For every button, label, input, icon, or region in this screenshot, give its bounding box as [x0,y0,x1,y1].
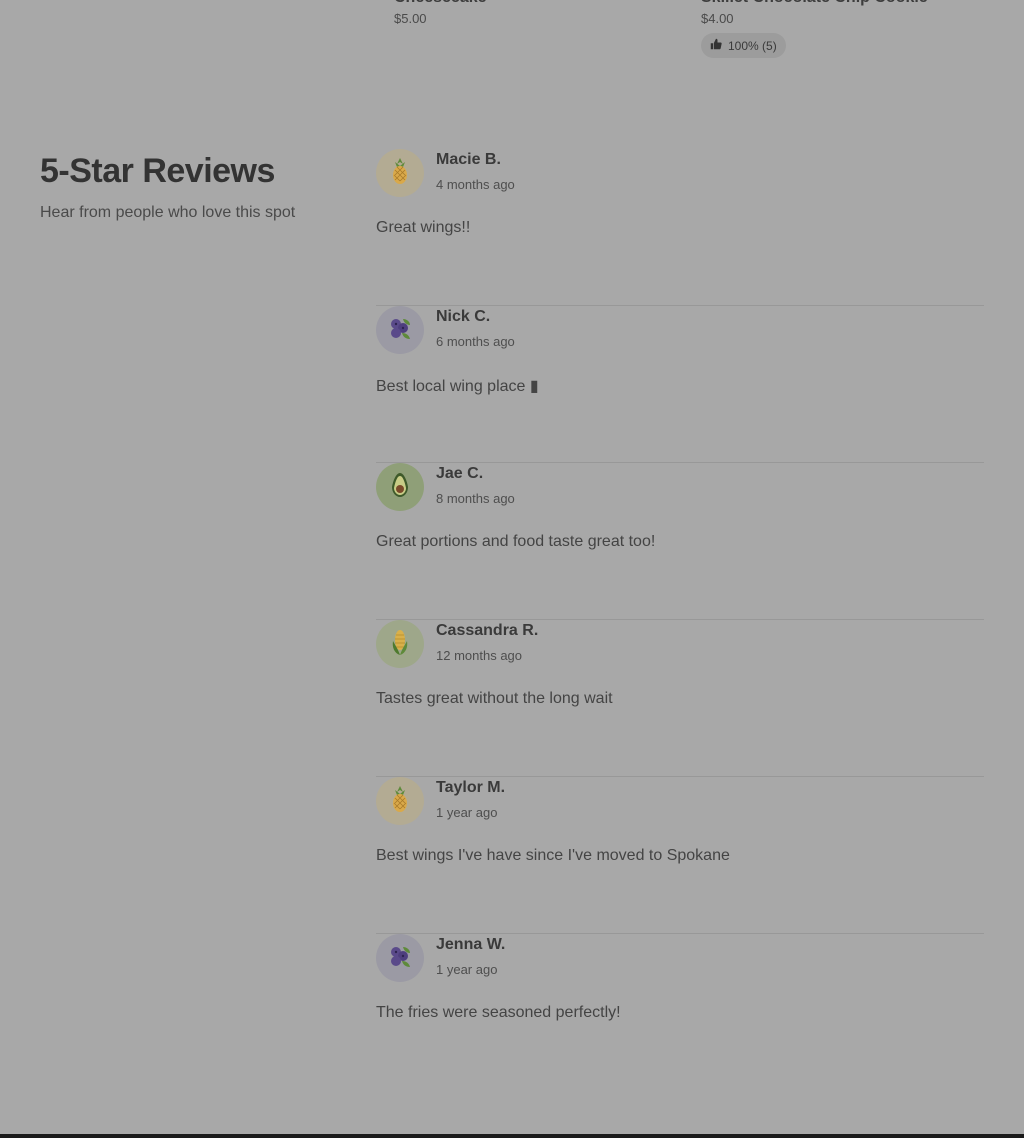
avatar [376,463,424,511]
review-text: Great wings!! [376,219,471,236]
review-text: Great portions and food taste great too! [376,533,656,550]
menu-item-card[interactable]: Cheesecake $5.00 [394,0,487,26]
avatar [376,149,424,197]
review-time: 4 months ago [436,177,515,192]
menu-item-card[interactable]: Skillet Chocolate Chip Cookie $4.00 100%… [701,0,928,58]
bottom-bar [0,1134,1024,1138]
reviewer-name: Macie B. [436,151,501,168]
avatar [376,934,424,982]
avatar [376,620,424,668]
rating-badge: 100% (5) [701,33,786,58]
review-item: Macie B. 4 months ago Great wings!! [376,149,984,306]
menu-item-price: $5.00 [394,11,427,26]
reviewer-name: Cassandra R. [436,622,539,639]
section-title: 5-Star Reviews [40,152,275,190]
reviewer-name: Jae C. [436,465,484,482]
review-text: The fries were seasoned perfectly! [376,1004,621,1021]
reviewer-name: Taylor M. [436,779,506,796]
reviewer-name: Jenna W. [436,936,506,953]
review-text: Tastes great without the long wait [376,690,613,707]
reviewer-name: Nick C. [436,308,491,325]
reviews-list: Macie B. 4 months ago Great wings!! Nick… [376,149,984,1091]
review-item: Nick C. 6 months ago Best local wing pla… [376,306,984,463]
menu-item-name: Cheesecake [394,0,487,8]
thumbs-up-icon [710,38,722,53]
section-subtitle: Hear from people who love this spot [40,204,296,221]
review-item: Cassandra R. 12 months ago Tastes great … [376,620,984,777]
blueberries-icon [385,941,415,976]
avocado-icon [385,470,415,505]
review-time: 12 months ago [436,648,523,663]
review-time: 8 months ago [436,491,515,506]
pineapple-icon [385,156,415,191]
menu-items-strip: Cheesecake $5.00 Skillet Chocolate Chip … [0,0,1024,80]
blueberries-icon [385,313,415,348]
review-text: Best local wing place ▮ [376,378,539,395]
review-time: 6 months ago [436,334,515,349]
review-text: Best wings I've have since I've moved to… [376,847,730,864]
menu-item-price: $4.00 [701,11,734,26]
review-item: Jae C. 8 months ago Great portions and f… [376,463,984,620]
review-item: Jenna W. 1 year ago The fries were seaso… [376,934,984,1091]
avatar [376,306,424,354]
review-item: Taylor M. 1 year ago Best wings I've hav… [376,777,984,934]
corn-icon [385,627,415,662]
avatar [376,777,424,825]
review-time: 1 year ago [436,962,498,977]
reviews-header: 5-Star Reviews Hear from people who love… [40,150,340,222]
review-time: 1 year ago [436,805,498,820]
menu-item-name: Skillet Chocolate Chip Cookie [701,0,928,8]
pineapple-icon [385,784,415,819]
rating-text: 100% (5) [728,38,777,53]
